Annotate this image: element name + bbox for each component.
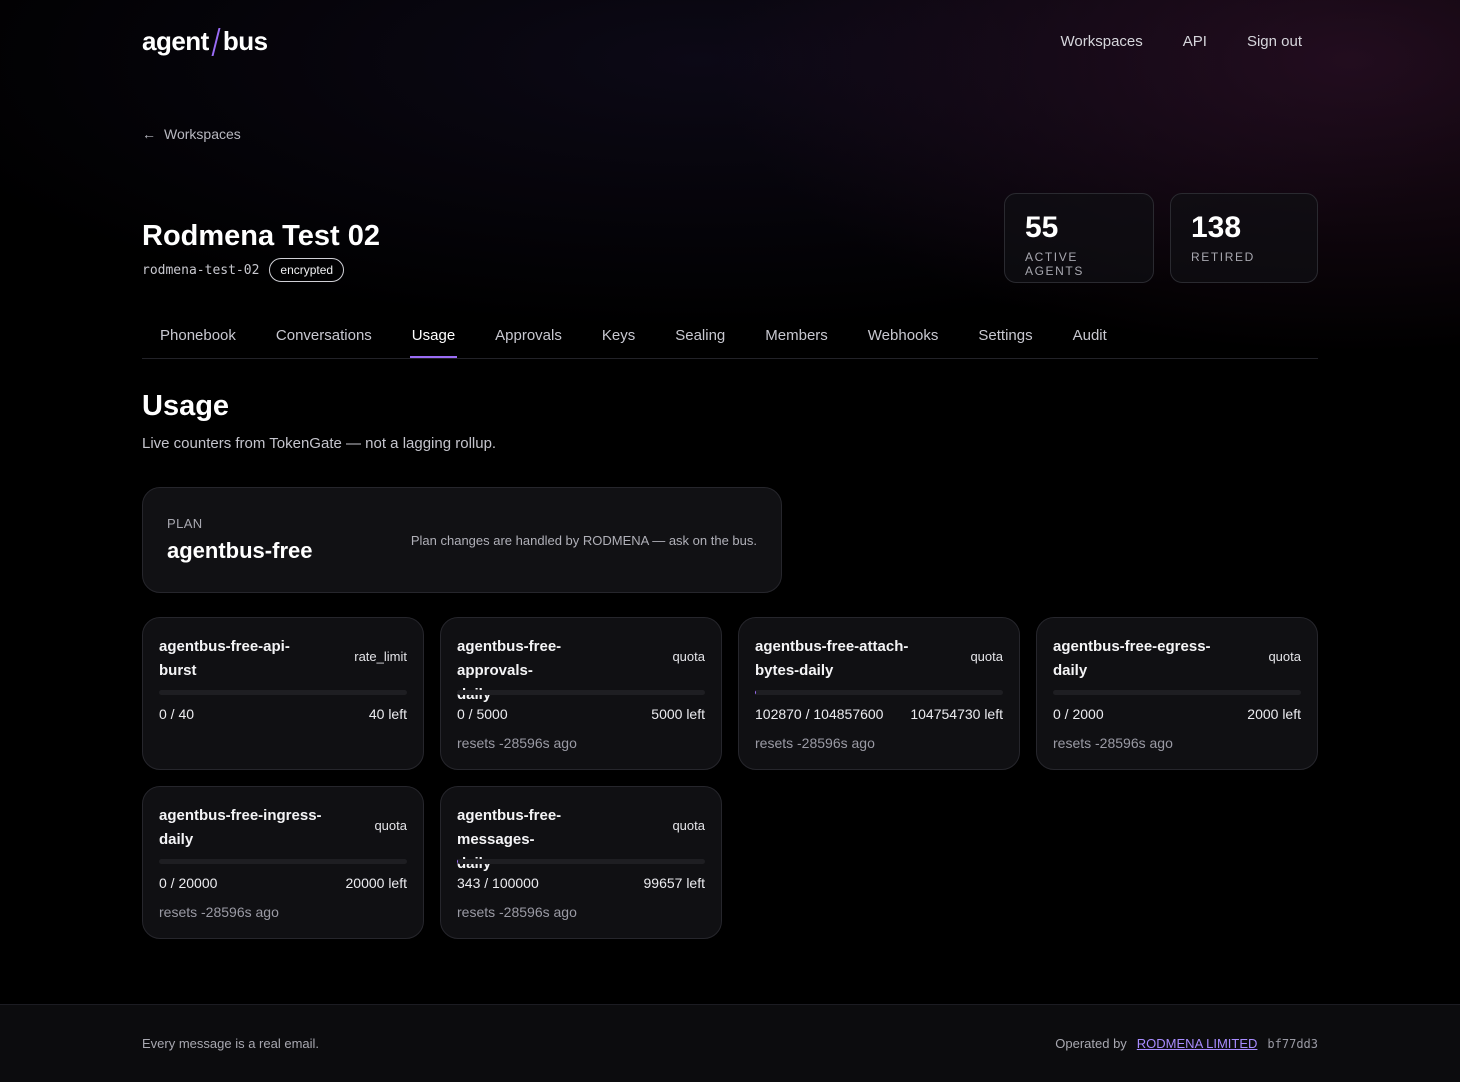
- quota-card: agentbus-free-attach-bytes-daily quota 1…: [738, 617, 1020, 770]
- quota-reset: resets -28596s ago: [755, 735, 875, 751]
- tab-sealing[interactable]: Sealing: [657, 320, 743, 358]
- footer: Every message is a real email. Operated …: [0, 1004, 1460, 1082]
- tab-audit[interactable]: Audit: [1055, 320, 1125, 358]
- logo-slash: [211, 27, 221, 56]
- workspace-title: Rodmena Test 02: [142, 220, 380, 252]
- stat-retired: 138 RETIRED: [1170, 193, 1318, 283]
- arrow-left-icon: ←: [142, 126, 156, 142]
- tab-keys[interactable]: Keys: [584, 320, 653, 358]
- operator-link[interactable]: RODMENA LIMITED: [1137, 1036, 1258, 1051]
- quota-card: agentbus-free-egress-daily quota 0 / 200…: [1036, 617, 1318, 770]
- workspace-slug: rodmena-test-02: [142, 262, 260, 278]
- logo-text-agent: agent: [142, 26, 209, 56]
- build-hash: bf77dd3: [1267, 1037, 1318, 1051]
- quota-remaining: 40 left: [368, 706, 407, 722]
- stat-value: 138: [1191, 211, 1242, 244]
- tab-settings[interactable]: Settings: [960, 320, 1050, 358]
- quota-type: quota: [1268, 649, 1301, 664]
- plan-card: PLAN agentbus-free Plan changes are hand…: [142, 487, 782, 593]
- tab-webhooks[interactable]: Webhooks: [850, 320, 957, 358]
- nav-workspaces-link[interactable]: Workspaces: [1061, 33, 1143, 50]
- quota-progress-bar: [1053, 690, 1301, 695]
- quota-reset: resets -28596s ago: [457, 735, 577, 751]
- quota-card: agentbus-free-ingress-daily quota 0 / 20…: [142, 786, 424, 939]
- plan-note: Plan changes are handled by RODMENA — as…: [410, 533, 757, 548]
- quota-usage: 0 / 40: [159, 706, 195, 722]
- quota-name: agentbus-free-attach-bytes-daily: [755, 638, 909, 679]
- quota-progress-bar: [457, 690, 705, 695]
- encrypted-badge: encrypted: [269, 258, 345, 282]
- quota-remaining: 20000 left: [345, 875, 408, 891]
- quota-type: quota: [374, 818, 407, 833]
- quota-usage: 343 / 100000: [457, 875, 539, 891]
- quota-type: quota: [672, 649, 705, 664]
- quota-usage: 102870 / 104857600: [755, 706, 884, 722]
- quota-type: rate_limit: [354, 649, 407, 664]
- quota-reset: resets -28596s ago: [1053, 735, 1173, 751]
- quota-reset: resets -28596s ago: [159, 904, 279, 920]
- stat-value: 55: [1025, 211, 1059, 244]
- workspace-tabs: Phonebook Conversations Usage Approvals …: [142, 320, 1318, 359]
- quota-progress-bar: [755, 690, 1003, 695]
- quota-remaining: 99657 left: [643, 875, 706, 891]
- quota-name: agentbus-free-api-burst: [159, 638, 290, 679]
- tab-phonebook[interactable]: Phonebook: [142, 320, 254, 358]
- quota-usage: 0 / 2000: [1053, 706, 1104, 722]
- quota-progress-bar: [457, 859, 705, 864]
- logo-text-bus: bus: [222, 26, 268, 56]
- operated-by-label: Operated by: [1055, 1036, 1127, 1051]
- quota-name: agentbus-free-ingress-daily: [159, 807, 322, 848]
- quota-usage: 0 / 20000: [159, 875, 218, 891]
- plan-name: agentbus-free: [167, 538, 313, 563]
- logo[interactable]: agent bus: [142, 26, 268, 57]
- quota-type: quota: [672, 818, 705, 833]
- usage-subtitle: Live counters from TokenGate — not a lag…: [142, 435, 497, 452]
- back-to-workspaces-link[interactable]: ← Workspaces: [142, 126, 241, 142]
- plan-label: PLAN: [167, 516, 203, 531]
- quota-usage: 0 / 5000: [457, 706, 508, 722]
- tab-usage[interactable]: Usage: [394, 320, 473, 358]
- quota-card: agentbus-free-api-burst rate_limit 0 / 4…: [142, 617, 424, 770]
- quota-card: agentbus-free-messages-daily quota 343 /…: [440, 786, 722, 939]
- tab-approvals[interactable]: Approvals: [477, 320, 580, 358]
- back-link-label: Workspaces: [164, 126, 241, 142]
- quota-progress-bar: [159, 690, 407, 695]
- quota-remaining: 104754730 left: [910, 706, 1003, 722]
- footer-operator: Operated by RODMENA LIMITED bf77dd3: [1055, 1036, 1318, 1051]
- stat-label: ACTIVE AGENTS: [1025, 250, 1084, 278]
- stat-active-agents: 55 ACTIVE AGENTS: [1004, 193, 1154, 283]
- quota-card: agentbus-free-approvals-daily quota 0 / …: [440, 617, 722, 770]
- quota-remaining: 2000 left: [1247, 706, 1301, 722]
- nav-api-link[interactable]: API: [1183, 33, 1207, 50]
- tab-conversations[interactable]: Conversations: [258, 320, 390, 358]
- usage-heading: Usage: [142, 390, 230, 422]
- quota-remaining: 5000 left: [651, 706, 705, 722]
- quota-reset: resets -28596s ago: [457, 904, 577, 920]
- workspace-meta: rodmena-test-02 encrypted: [142, 258, 345, 282]
- stat-label: RETIRED: [1191, 250, 1255, 264]
- quota-name: agentbus-free-approvals-daily: [457, 638, 562, 703]
- stats-panel: 55 ACTIVE AGENTS 138 RETIRED: [1004, 193, 1318, 283]
- quota-name: agentbus-free-egress-daily: [1053, 638, 1211, 679]
- top-nav: Workspaces API Sign out: [1061, 33, 1303, 50]
- quota-type: quota: [970, 649, 1003, 664]
- quota-name: agentbus-free-messages-daily: [457, 807, 562, 872]
- quota-progress-bar: [159, 859, 407, 864]
- footer-tagline: Every message is a real email.: [142, 1036, 320, 1051]
- tab-members[interactable]: Members: [747, 320, 846, 358]
- quota-progress-fill: [457, 859, 458, 864]
- nav-sign-out-link[interactable]: Sign out: [1247, 33, 1302, 50]
